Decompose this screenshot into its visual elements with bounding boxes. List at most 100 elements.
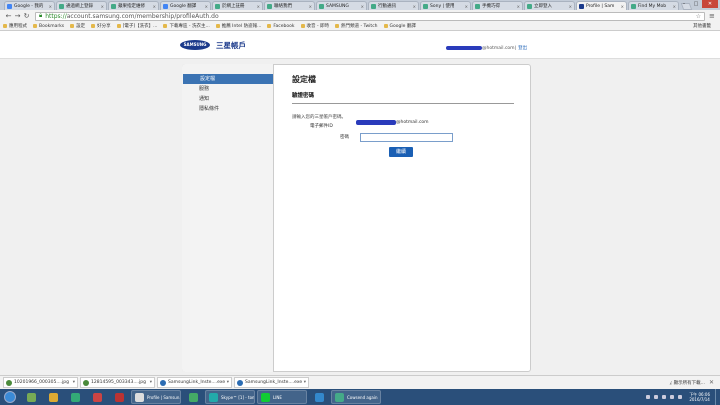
- tab-close-icon[interactable]: ×: [673, 4, 676, 9]
- taskbar-app[interactable]: [87, 390, 107, 404]
- clock[interactable]: 下午 06:06 2016/7/14: [689, 392, 710, 402]
- browser-tab[interactable]: 立即登入 ×: [524, 1, 575, 10]
- bookmark-icon: [70, 24, 75, 28]
- tab-close-icon[interactable]: ×: [569, 4, 572, 9]
- show-all-downloads[interactable]: ⤓ 顯示所有下載...: [670, 380, 705, 386]
- continue-button[interactable]: 繼續: [389, 147, 413, 157]
- browser-tab[interactable]: Google 翻譯 ×: [160, 1, 211, 10]
- tab-close-icon[interactable]: ×: [309, 4, 312, 9]
- tab-close-icon[interactable]: ×: [621, 4, 624, 9]
- start-button[interactable]: [0, 389, 20, 405]
- maximize-icon[interactable]: □: [690, 0, 702, 8]
- app-icon: [135, 392, 144, 402]
- bookmark-star-icon[interactable]: ☆: [696, 13, 701, 20]
- bookmark-item[interactable]: 熱門頻道 - Twitch: [335, 23, 378, 29]
- bookmark-item[interactable]: 推薦 Intel 防盜報...: [215, 23, 261, 29]
- email-suffix: @hotmail.com: [396, 120, 429, 125]
- tab-close-icon[interactable]: ×: [361, 4, 364, 9]
- redacted-username: [446, 46, 482, 50]
- browser-tab[interactable]: Google - 我的 ×: [4, 1, 55, 10]
- tab-close-icon[interactable]: ×: [413, 4, 416, 9]
- taskbar-app[interactable]: [183, 390, 203, 404]
- bookmark-item[interactable]: Google 翻譯: [383, 23, 416, 29]
- tab-close-icon[interactable]: ×: [101, 4, 104, 9]
- download-menu-icon[interactable]: ▾: [150, 380, 152, 385]
- taskbar-app[interactable]: Profile | Samsun...: [131, 390, 181, 404]
- user-email-suffix: @hotmail.com: [482, 45, 515, 51]
- browser-tab[interactable]: Sony | 使用 ×: [420, 1, 471, 10]
- download-item[interactable]: SamsungLink_Inste....exe ▾: [157, 377, 232, 388]
- taskbar-app[interactable]: [109, 390, 129, 404]
- address-bar[interactable]: 🔒︎ https:// account.samsung.com/membersh…: [35, 11, 705, 21]
- app-icon: [188, 392, 198, 402]
- bookmark-item[interactable]: Facebook: [267, 24, 295, 29]
- download-menu-icon[interactable]: ▾: [304, 380, 306, 385]
- taskbar-app[interactable]: [309, 390, 329, 404]
- show-desktop-button[interactable]: [715, 389, 720, 405]
- logout-link[interactable]: 登出: [518, 45, 527, 51]
- bookmark-item[interactable]: 應用程式: [3, 23, 27, 29]
- app-icon: [209, 392, 218, 402]
- close-window-icon[interactable]: ✕: [702, 0, 718, 8]
- taskbar-app[interactable]: LINE: [257, 390, 307, 404]
- tab-close-icon[interactable]: ×: [257, 4, 260, 9]
- browser-tab[interactable]: Find My Mob ×: [628, 1, 679, 10]
- forward-arrow-icon[interactable]: →: [13, 12, 22, 20]
- browser-menu-icon[interactable]: ≡: [709, 12, 715, 20]
- tab-close-icon[interactable]: ×: [517, 4, 520, 9]
- browser-tab[interactable]: Profile | Sam ×: [576, 1, 627, 10]
- sidebar-item[interactable]: 服務: [182, 84, 273, 94]
- browser-tab[interactable]: 聯絡我們 ×: [264, 1, 315, 10]
- download-item[interactable]: 10201966_000305....jpg ▾: [3, 377, 78, 388]
- tab-close-icon[interactable]: ×: [205, 4, 208, 9]
- tab-favicon-icon: [371, 3, 376, 9]
- tab-close-icon[interactable]: ×: [153, 4, 156, 9]
- tab-favicon-icon: [267, 3, 272, 9]
- tab-close-icon[interactable]: ×: [465, 4, 468, 9]
- email-value: @hotmail.com: [356, 120, 429, 125]
- taskbar-app[interactable]: [43, 390, 63, 404]
- taskbar-app[interactable]: Cowsend again: [331, 390, 381, 404]
- other-bookmarks[interactable]: 其他書籤: [693, 23, 711, 29]
- bookmark-item[interactable]: 下載專區 - 洗衣主...: [163, 23, 210, 29]
- browser-tab[interactable]: 蘋果指定維修 ×: [108, 1, 159, 10]
- browser-tab[interactable]: 於網上註冊 ×: [212, 1, 263, 10]
- clock-date: 2016/7/14: [689, 397, 710, 402]
- taskbar-app-label: LINE: [273, 394, 282, 400]
- redacted-email: [356, 120, 396, 125]
- tab-close-icon[interactable]: ×: [49, 4, 52, 9]
- bookmark-item[interactable]: 設定: [70, 23, 85, 29]
- taskbar-app[interactable]: [65, 390, 85, 404]
- bookmark-label: 熱門頻道 - Twitch: [341, 24, 378, 29]
- reload-icon[interactable]: ↻: [22, 12, 31, 20]
- samsung-logo[interactable]: SAMSUNG: [180, 40, 210, 50]
- taskbar-app[interactable]: Skype™ [1] - tom...: [205, 390, 255, 404]
- tray-icons[interactable]: [644, 393, 684, 401]
- bookmark-item[interactable]: 收音 - 即時: [300, 23, 329, 29]
- taskbar-app[interactable]: [21, 390, 41, 404]
- minimize-icon[interactable]: –: [678, 0, 690, 8]
- sidebar-item[interactable]: 隱私條件: [182, 104, 273, 114]
- password-input[interactable]: [360, 133, 453, 142]
- download-item[interactable]: SamsungLink_Inste....exe ▾: [234, 377, 309, 388]
- show-all-label: 顯示所有下載...: [673, 380, 705, 386]
- download-menu-icon[interactable]: ▾: [73, 380, 75, 385]
- sidebar-item[interactable]: 設定檔: [183, 74, 273, 84]
- browser-tab[interactable]: 行動通訊 ×: [368, 1, 419, 10]
- windows-taskbar: Profile | Samsun... Skype™ [1] - tom... LI…: [0, 389, 720, 405]
- download-menu-icon[interactable]: ▾: [227, 380, 229, 385]
- bookmark-item[interactable]: 好分享: [91, 23, 111, 29]
- url-scheme: https://: [45, 12, 67, 20]
- download-item[interactable]: 12814595_003343....jpg ▾: [80, 377, 155, 388]
- back-arrow-icon[interactable]: ←: [4, 12, 13, 20]
- close-shelf-icon[interactable]: ✕: [709, 379, 714, 386]
- browser-tab[interactable]: 通過網上登錄 ×: [56, 1, 107, 10]
- download-filename: SamsungLink_Inste....exe: [168, 380, 226, 385]
- system-tray: 下午 06:06 2016/7/14: [644, 389, 720, 405]
- browser-tab[interactable]: 手機巧得 ×: [472, 1, 523, 10]
- bookmark-item[interactable]: [電子]【洗衣】...: [116, 23, 157, 29]
- bookmark-item[interactable]: Bookmarks: [33, 24, 64, 29]
- sidebar-item[interactable]: 通知: [182, 94, 273, 104]
- tab-favicon-icon: [59, 3, 64, 9]
- browser-tab[interactable]: SAMSUNG ×: [316, 1, 367, 10]
